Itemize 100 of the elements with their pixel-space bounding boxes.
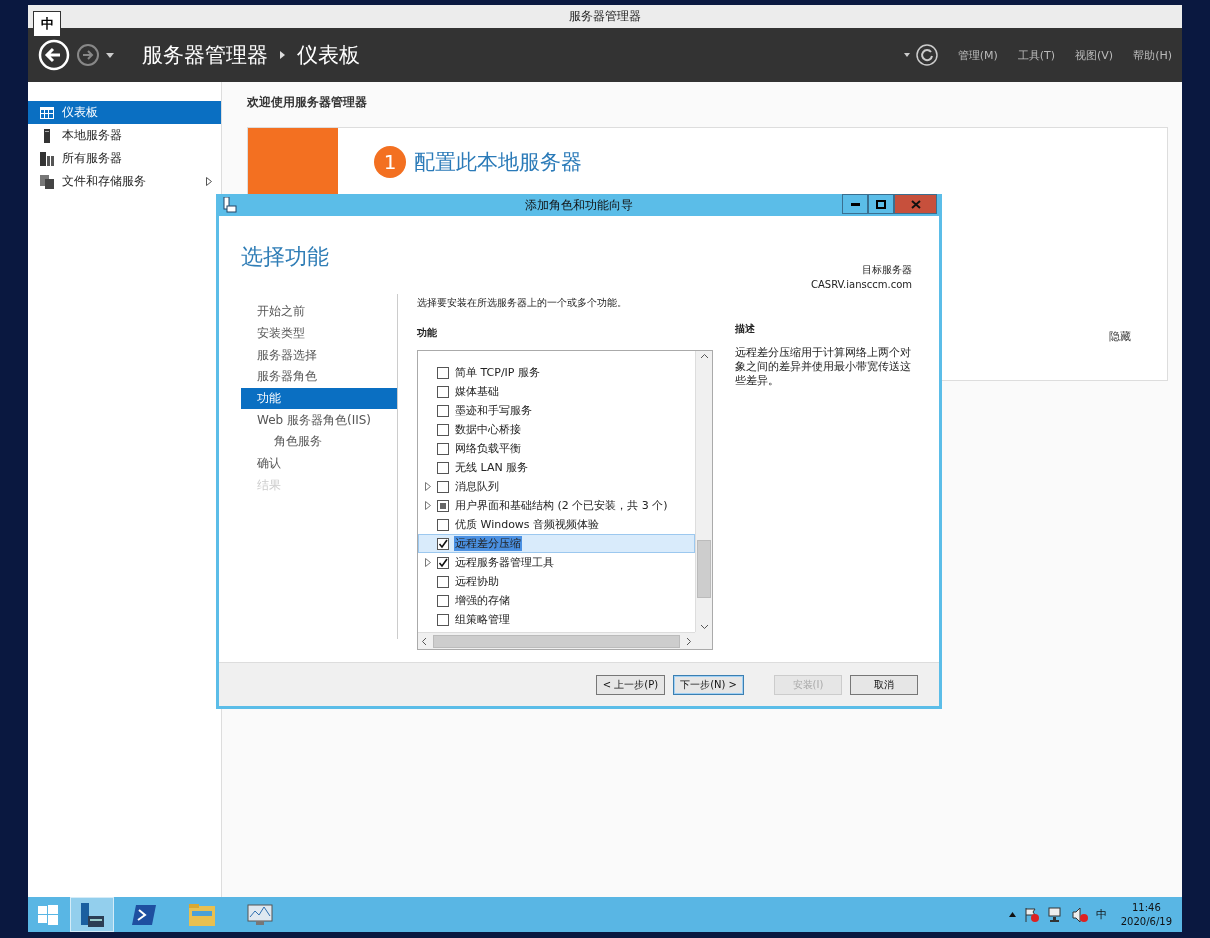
network-icon[interactable]: [1047, 906, 1064, 923]
feature-row[interactable]: 增强的存储: [418, 591, 695, 610]
ime-indicator[interactable]: 中: [33, 11, 61, 37]
checkbox[interactable]: [437, 404, 449, 417]
description-text: 远程差分压缩用于计算网络上两个对象之间的差异并使用最小带宽传送这些差异。: [735, 346, 912, 388]
column-heading: 功能: [417, 326, 438, 340]
feature-row[interactable]: 远程差分压缩: [418, 534, 695, 553]
scroll-right-icon[interactable]: [686, 636, 692, 646]
caret-icon[interactable]: [903, 53, 910, 57]
sidebar-item[interactable]: 本地服务器: [28, 124, 221, 147]
feature-row[interactable]: 远程服务器管理工具: [418, 553, 695, 572]
forward-icon[interactable]: [76, 43, 100, 67]
target-server-label: 目标服务器: [862, 263, 912, 277]
checkbox[interactable]: [437, 518, 449, 531]
vertical-scrollbar[interactable]: [695, 351, 712, 632]
menu-item[interactable]: 视图(V): [1075, 47, 1114, 63]
checkbox[interactable]: [437, 385, 449, 398]
breadcrumb-item[interactable]: 服务器管理器: [142, 41, 268, 69]
storage-icon: [40, 174, 54, 189]
maximize-button[interactable]: [868, 194, 894, 214]
menu-item[interactable]: 帮助(H): [1133, 47, 1172, 63]
feature-row[interactable]: 简单 TCP/IP 服务: [418, 363, 695, 382]
dialog-title: 添加角色和功能向导: [525, 196, 633, 214]
wizard-step[interactable]: 确认: [241, 452, 397, 475]
target-server-name: CASRV.iansccm.com: [810, 279, 912, 290]
caret-icon[interactable]: [106, 52, 114, 58]
minimize-button[interactable]: [842, 194, 868, 214]
sidebar-item[interactable]: 所有服务器: [28, 147, 221, 170]
wizard-step[interactable]: 开始之前: [241, 301, 397, 323]
breadcrumb-separator-icon: [280, 51, 285, 59]
wizard-button[interactable]: 下一步(N) >: [673, 674, 744, 695]
feature-row[interactable]: 消息队列: [418, 477, 695, 496]
servers-icon: [40, 151, 54, 166]
dashboard-grid-icon: [40, 106, 54, 119]
wizard-step[interactable]: Web 服务器角色(IIS): [241, 409, 397, 432]
expand-arrow-icon[interactable]: [424, 482, 431, 491]
server-manager-icon: [78, 900, 106, 929]
close-icon: [910, 199, 921, 209]
back-icon[interactable]: [38, 39, 70, 71]
feature-row[interactable]: 媒体基础: [418, 382, 695, 401]
wizard-button[interactable]: 取消: [850, 674, 918, 695]
hide-link[interactable]: 隐藏: [1109, 329, 1131, 344]
breadcrumb-item: 仪表板: [297, 42, 360, 69]
scrollbar-thumb[interactable]: [433, 634, 680, 648]
refresh-icon[interactable]: [915, 44, 938, 66]
clock[interactable]: 11:46 2020/6/19: [1120, 900, 1172, 929]
maximize-icon: [876, 199, 886, 209]
scrollbar-thumb[interactable]: [697, 540, 711, 598]
expand-arrow-icon[interactable]: [424, 558, 431, 567]
checkbox[interactable]: [437, 575, 449, 588]
step-number: 1: [374, 146, 406, 178]
scroll-up-icon[interactable]: [699, 353, 709, 359]
language-indicator[interactable]: 中: [1095, 907, 1107, 922]
checkbox[interactable]: [437, 499, 449, 512]
wizard-button[interactable]: < 上一步(P): [595, 674, 666, 695]
checkbox[interactable]: [437, 556, 449, 569]
expand-arrow-icon[interactable]: [424, 501, 431, 510]
checkbox[interactable]: [437, 461, 449, 474]
chevron-up-icon[interactable]: [1008, 912, 1016, 917]
step-link[interactable]: 配置此本地服务器: [414, 148, 582, 176]
wizard-step[interactable]: 服务器选择: [241, 344, 397, 367]
speaker-muted-icon[interactable]: [1071, 906, 1088, 923]
feature-row[interactable]: 优质 Windows 音频视频体验: [418, 515, 695, 534]
close-button[interactable]: [894, 194, 937, 214]
window-title: 服务器管理器: [569, 8, 641, 25]
feature-row[interactable]: 网络负载平衡: [418, 439, 695, 458]
wizard-step[interactable]: 服务器角色: [241, 366, 397, 388]
checkbox[interactable]: [437, 613, 449, 626]
checkbox[interactable]: [437, 594, 449, 607]
feature-row[interactable]: 无线 LAN 服务: [418, 458, 695, 477]
horizontal-scrollbar[interactable]: [418, 632, 695, 649]
feature-row[interactable]: 远程协助: [418, 572, 695, 591]
sidebar-item[interactable]: 仪表板: [28, 101, 221, 124]
menu-item[interactable]: 工具(T): [1017, 47, 1056, 63]
checkbox[interactable]: [437, 480, 449, 493]
feature-row[interactable]: 数据中心桥接: [418, 420, 695, 439]
feature-row[interactable]: 墨迹和手写服务: [418, 401, 695, 420]
feature-row[interactable]: 组策略管理: [418, 610, 695, 629]
feature-row[interactable]: 用户界面和基础结构 (2 个已安装，共 3 个): [418, 496, 695, 515]
checkbox[interactable]: [437, 366, 449, 379]
wizard-step[interactable]: 角色服务: [241, 431, 397, 453]
checkbox[interactable]: [437, 442, 449, 455]
scroll-left-icon[interactable]: [421, 636, 427, 646]
wizard-app-icon: [223, 197, 237, 213]
taskbar-app[interactable]: [70, 897, 114, 932]
wizard-step[interactable]: 安装类型: [241, 322, 397, 345]
checkbox[interactable]: [437, 537, 449, 550]
wizard-step[interactable]: 功能: [241, 387, 397, 410]
expand-arrow-icon[interactable]: [205, 177, 212, 186]
column-heading: 描述: [735, 322, 756, 336]
page-heading: 选择功能: [241, 243, 329, 271]
welcome-heading: 欢迎使用服务器管理器: [247, 94, 368, 111]
windows-logo-icon: [38, 904, 58, 925]
sidebar-item[interactable]: 文件和存储服务: [28, 170, 221, 193]
minimize-icon: [850, 202, 860, 206]
menu-item[interactable]: 管理(M): [957, 47, 998, 63]
flag-icon[interactable]: [1023, 906, 1040, 923]
checkbox[interactable]: [437, 423, 449, 436]
instruction-text: 选择要安装在所选服务器上的一个或多个功能。: [417, 296, 628, 310]
scroll-down-icon[interactable]: [699, 624, 709, 630]
